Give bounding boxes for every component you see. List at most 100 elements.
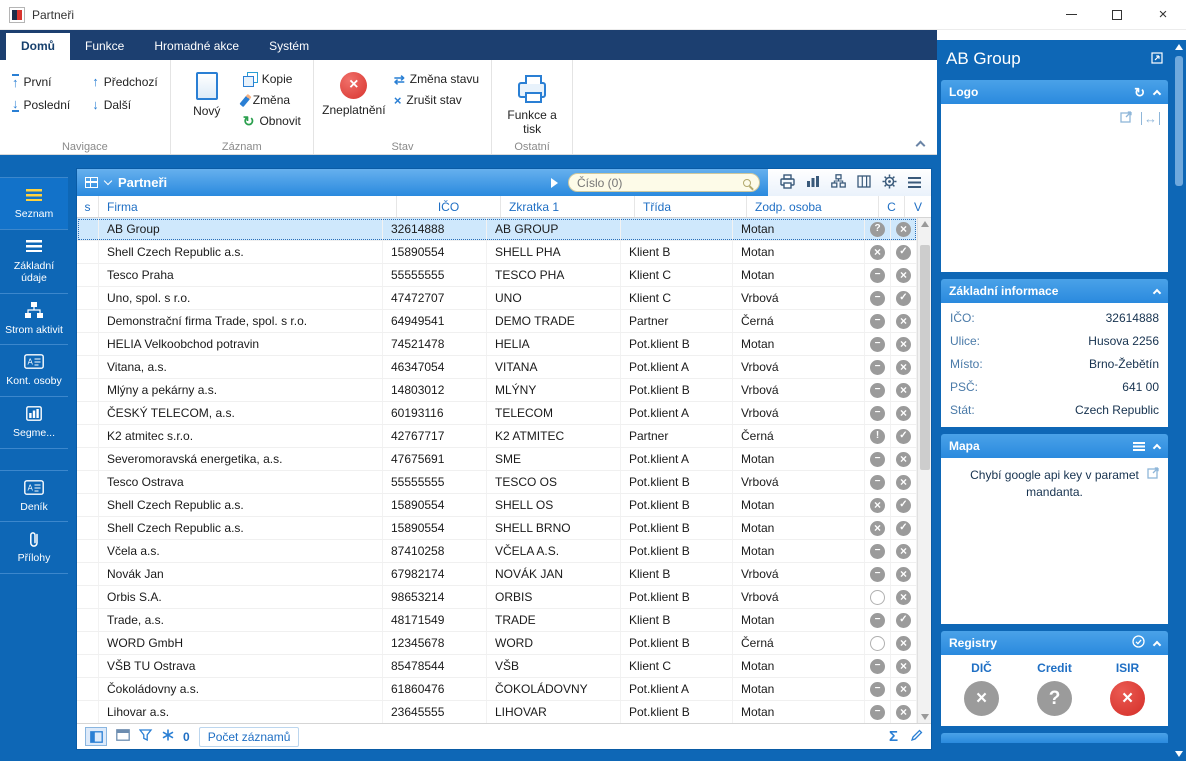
table-scrollbar[interactable] (917, 218, 931, 723)
org-chart-icon[interactable] (831, 174, 846, 191)
table-row[interactable]: Tesco Praha55555555TESCO PHAKlient CMota… (77, 264, 917, 287)
panel-scrollbar[interactable] (1172, 40, 1186, 761)
filter-button[interactable] (139, 729, 153, 744)
mapa-section-header[interactable]: Mapa (941, 434, 1168, 458)
table-row[interactable]: HELIA Velkoobchod potravin74521478HELIAP… (77, 333, 917, 356)
mapa-menu-icon[interactable] (1133, 442, 1145, 451)
refresh-button[interactable]: ↻Obnovit (239, 112, 305, 130)
play-icon[interactable] (551, 178, 558, 188)
panel-scroll-down-icon[interactable] (1175, 751, 1183, 757)
table-row[interactable]: WORD GmbH12345678WORDPot.klient BČerná (77, 632, 917, 655)
copy-button[interactable]: Kopie (239, 70, 305, 88)
sidebar-item-kont-osoby[interactable]: A Kont. osoby (0, 345, 68, 397)
mapa-external-icon[interactable] (1147, 466, 1160, 484)
tab-hromadne-akce[interactable]: Hromadné akce (139, 33, 254, 60)
scrollbar-thumb[interactable] (920, 245, 930, 470)
gear-icon[interactable] (882, 174, 897, 192)
invalidate-button[interactable]: × Zneplatnění (322, 64, 386, 138)
basic-info-section-header[interactable]: Základní informace (941, 279, 1168, 303)
table-row[interactable]: Shell Czech Republic a.s.15890554SHELL P… (77, 241, 917, 264)
sidebar-item-seznam[interactable]: Seznam (0, 177, 68, 230)
scroll-down-icon[interactable] (921, 714, 929, 720)
panel-scrollbar-thumb[interactable] (1175, 56, 1183, 186)
collapse-mapa-icon[interactable] (1153, 443, 1161, 451)
table-row[interactable]: Shell Czech Republic a.s.15890554SHELL B… (77, 517, 917, 540)
collapse-logo-icon[interactable] (1153, 89, 1161, 97)
column-header-v[interactable]: V (905, 196, 931, 217)
registry-item-dic[interactable]: DIČ (964, 661, 999, 716)
registry-section-header[interactable]: Registry (941, 631, 1168, 655)
search-input[interactable] (577, 176, 737, 190)
table-row[interactable]: Uno, spol. s r.o.47472707UNOKlient CVrbo… (77, 287, 917, 310)
logo-section-header[interactable]: Logo ↻ (941, 80, 1168, 104)
column-header-firma[interactable]: Firma (99, 196, 397, 217)
column-header-ico[interactable]: IČO (397, 196, 501, 217)
table-row[interactable]: Demonstrační firma Trade, spol. s r.o.64… (77, 310, 917, 333)
close-button[interactable]: × (1140, 0, 1186, 29)
collapse-info-icon[interactable] (1153, 288, 1161, 296)
table-row[interactable]: Mlýny a pekárny a.s.14803012MLÝNYPot.kli… (77, 379, 917, 402)
table-row[interactable]: Orbis S.A.98653214ORBISPot.klient BVrbov… (77, 586, 917, 609)
panel-scroll-up-icon[interactable] (1175, 44, 1183, 50)
functions-print-button[interactable]: Funkce a tisk (500, 64, 564, 138)
menu-icon[interactable] (908, 177, 921, 188)
minimize-button[interactable] (1048, 0, 1094, 29)
table-row[interactable]: ČESKÝ TELECOM, a.s.60193116TELECOMPot.kl… (77, 402, 917, 425)
table-row[interactable]: Trade, a.s.48171549TRADEKlient BMotan (77, 609, 917, 632)
table-row[interactable]: Tesco Ostrava55555555TESCO OSPot.klient … (77, 471, 917, 494)
sum-button[interactable]: Σ (889, 728, 898, 745)
column-header-c[interactable]: C (879, 196, 905, 217)
column-header-trida[interactable]: Třída (635, 196, 747, 217)
chevron-down-icon[interactable] (104, 177, 112, 185)
panel-toggle-button[interactable] (116, 729, 130, 744)
chart-icon[interactable] (806, 175, 820, 191)
table-row[interactable]: Novák Jan67982174NOVÁK JANKlient BVrbová (77, 563, 917, 586)
refresh-logo-icon[interactable]: ↻ (1134, 86, 1145, 99)
collapse-registry-icon[interactable] (1153, 640, 1161, 648)
sidebar-item-zakladni-udaje[interactable]: Základní údaje (0, 230, 68, 294)
table-row[interactable]: Čokoládovny a.s.61860476ČOKOLÁDOVNYPot.k… (77, 678, 917, 701)
column-header-zkratka[interactable]: Zkratka 1 (501, 196, 635, 217)
sidebar-item-strom-aktivit[interactable]: Strom aktivit (0, 294, 68, 346)
table-row[interactable]: VŠB TU Ostrava85478544VŠBKlient CMotan (77, 655, 917, 678)
first-button[interactable]: ↑První (8, 72, 74, 91)
open-external-icon[interactable] (1120, 110, 1133, 126)
new-button[interactable]: Nový (179, 64, 235, 138)
sidebar-item-prilohy[interactable]: Přílohy (0, 522, 68, 574)
maximize-button[interactable] (1094, 0, 1140, 29)
sidebar-item-segmentace[interactable]: Segme... (0, 397, 68, 449)
table-row[interactable]: Shell Czech Republic a.s.15890554SHELL O… (77, 494, 917, 517)
table-row[interactable]: Severomoravská energetika, a.s.47675691S… (77, 448, 917, 471)
tab-funkce[interactable]: Funkce (70, 33, 139, 60)
registry-item-isir[interactable]: ISIR (1110, 661, 1145, 716)
record-count-label[interactable]: Počet záznamů (199, 727, 300, 747)
last-button[interactable]: ↓Poslední (8, 95, 74, 114)
expand-panel-icon[interactable] (1151, 49, 1163, 69)
layout-columns-button[interactable] (85, 727, 107, 746)
columns-icon[interactable] (857, 175, 871, 191)
table-view-icon[interactable] (85, 177, 98, 188)
tab-system[interactable]: Systém (254, 33, 324, 60)
edit-button[interactable] (910, 729, 923, 745)
cancel-state-button[interactable]: ×Zrušit stav (390, 91, 483, 109)
table-row[interactable]: Lihovar a.s.23645555LIHOVARPot.klient BM… (77, 701, 917, 723)
previous-button[interactable]: ↑Předchozí (88, 72, 162, 91)
table-row[interactable]: AB Group32614888AB GROUPMotan (77, 218, 917, 241)
next-button[interactable]: ↓Další (88, 95, 162, 114)
fit-width-icon[interactable]: ↔ (1141, 112, 1160, 125)
collapse-ribbon-button[interactable] (911, 136, 929, 150)
tab-domu[interactable]: Domů (6, 33, 70, 60)
change-state-button[interactable]: ⇄Změna stavu (390, 70, 483, 88)
asterisk-icon[interactable] (162, 729, 174, 744)
column-header-s[interactable]: s (77, 196, 99, 217)
table-row[interactable]: Vitana, a.s.46347054VITANAPot.klient AVr… (77, 356, 917, 379)
scroll-up-icon[interactable] (921, 221, 929, 227)
registry-item-credit[interactable]: Credit (1037, 661, 1072, 716)
table-row[interactable]: Včela a.s.87410258VČELA A.S.Pot.klient B… (77, 540, 917, 563)
registry-check-icon[interactable] (1132, 635, 1145, 651)
change-button[interactable]: Změna (239, 91, 305, 109)
print-icon[interactable] (780, 174, 795, 192)
table-row[interactable]: K2 atmitec s.r.o.42767717K2 ATMITECPartn… (77, 425, 917, 448)
sidebar-item-denik[interactable]: A Deník (0, 470, 68, 523)
column-header-zodp-osoba[interactable]: Zodp. osoba (747, 196, 879, 217)
